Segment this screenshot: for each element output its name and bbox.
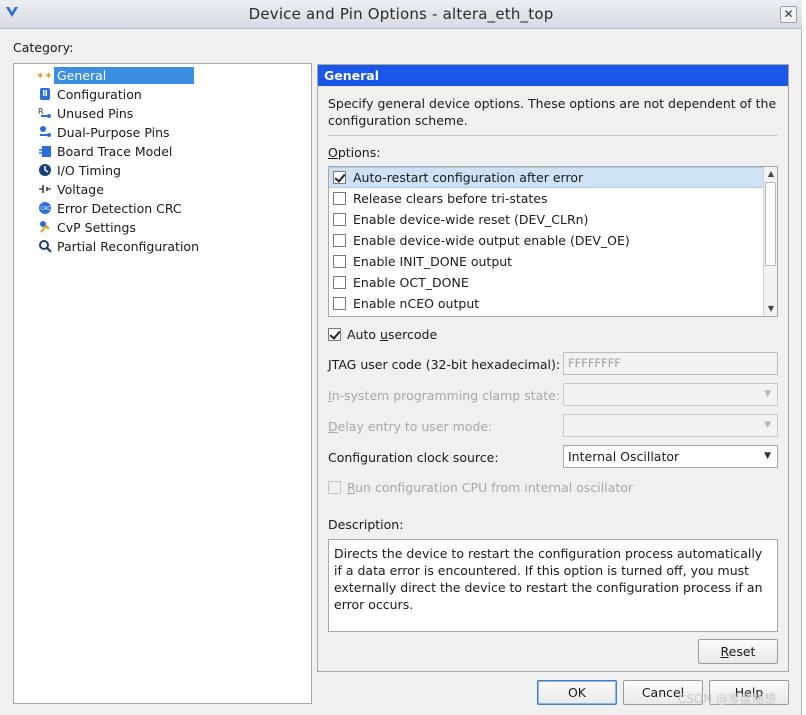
category-item-error-detection-crc[interactable]: CRC Error Detection CRC — [36, 199, 276, 217]
category-item-voltage[interactable]: Voltage — [36, 180, 276, 198]
clamp-state-label: In-system programming clamp state: — [328, 388, 561, 403]
category-item-dual-purpose-pins[interactable]: Dual-Purpose Pins — [36, 123, 276, 141]
reset-button[interactable]: Reset — [698, 639, 778, 664]
auto-usercode-checkbox[interactable]: Auto usercode — [328, 327, 437, 342]
checkbox[interactable] — [333, 297, 346, 310]
ok-button[interactable]: OK — [537, 680, 617, 705]
run-cpu-checkbox[interactable]: Run configuration CPU from internal osci… — [328, 480, 633, 495]
option-device-wide-reset[interactable]: Enable device-wide reset (DEV_CLRn) — [329, 209, 763, 230]
category-item-label: General — [54, 66, 194, 84]
voltage-icon — [36, 181, 54, 197]
category-item-board-trace-model[interactable]: Board Trace Model — [36, 142, 276, 160]
svg-text:R: R — [38, 107, 44, 116]
description-text: Directs the device to restart the config… — [328, 539, 778, 632]
delay-entry-select[interactable]: ▼ — [563, 414, 778, 437]
general-settings-panel: General Specify general device options. … — [317, 64, 789, 672]
title-bar[interactable]: Device and Pin Options - altera_eth_top … — [0, 0, 802, 29]
configuration-icon — [36, 86, 54, 102]
option-device-wide-output-enable[interactable]: Enable device-wide output enable (DEV_OE… — [329, 230, 763, 251]
option-init-done[interactable]: Enable INIT_DONE output — [329, 251, 763, 272]
jtag-user-code-input[interactable]: FFFFFFFF — [563, 352, 778, 375]
delay-entry-label: Delay entry to user mode: — [328, 419, 493, 434]
category-item-label: I/O Timing — [57, 162, 121, 178]
category-item-label: Configuration — [57, 86, 142, 102]
unused-pins-icon: R — [36, 105, 54, 121]
category-item-configuration[interactable]: Configuration — [36, 85, 276, 103]
jtag-user-code-label: JTAG user code (32-bit hexadecimal): — [328, 357, 561, 372]
checkbox[interactable] — [333, 276, 346, 289]
category-item-label: Dual-Purpose Pins — [57, 124, 170, 140]
chevron-down-icon: ▼ — [764, 420, 771, 430]
chevron-down-icon: ▼ — [764, 389, 771, 399]
separator — [328, 135, 778, 136]
close-button[interactable]: ✕ — [780, 6, 797, 23]
intro-text: Specify general device options. These op… — [328, 96, 777, 128]
description-label: Description: — [328, 517, 404, 532]
option-release-clears[interactable]: Release clears before tri-states — [329, 188, 763, 209]
checkbox[interactable] — [333, 255, 346, 268]
clock-source-label: Configuration clock source: — [328, 450, 499, 465]
stars-icon: ✶✶ — [36, 67, 54, 83]
checkbox[interactable] — [333, 192, 346, 205]
category-item-unused-pins[interactable]: R Unused Pins — [36, 104, 276, 122]
gear-search-icon — [36, 238, 54, 254]
device-pin-options-dialog: Device and Pin Options - altera_eth_top … — [0, 0, 802, 715]
category-item-cvp-settings[interactable]: CvP Settings — [36, 218, 276, 236]
scroll-up-icon[interactable]: ▲ — [764, 167, 777, 181]
crc-icon: CRC — [36, 200, 54, 216]
scroll-thumb[interactable] — [765, 182, 776, 266]
category-item-label: Partial Reconfiguration — [57, 238, 199, 254]
svg-text:CRC: CRC — [41, 206, 52, 212]
category-item-label: Unused Pins — [57, 105, 134, 121]
option-nceo-output[interactable]: Enable nCEO output — [329, 293, 763, 314]
board-trace-icon — [36, 143, 54, 159]
category-item-partial-reconfiguration[interactable]: Partial Reconfiguration — [36, 237, 276, 255]
svg-text:✶✶: ✶✶ — [36, 71, 53, 81]
checkbox[interactable] — [333, 234, 346, 247]
category-label: Category: — [13, 40, 74, 55]
options-list: Auto-restart configuration after error R… — [328, 166, 778, 317]
options-label: Options: — [328, 145, 381, 160]
category-item-general[interactable]: ✶✶ General — [36, 66, 276, 84]
checkbox[interactable] — [333, 171, 346, 184]
category-item-label: CvP Settings — [57, 219, 136, 235]
checkbox[interactable] — [333, 213, 346, 226]
watermark: CSDN @零度随想 — [678, 692, 777, 706]
window-title: Device and Pin Options - altera_eth_top — [248, 5, 554, 23]
checkbox[interactable] — [328, 481, 341, 494]
category-tree: ✶✶ General Configuration R Unused Pins D… — [13, 63, 312, 704]
dual-purpose-pins-icon — [36, 124, 54, 140]
category-item-label: Voltage — [57, 181, 104, 197]
cvp-icon — [36, 219, 54, 235]
clamp-state-select[interactable]: ▼ — [563, 383, 778, 406]
option-oct-done[interactable]: Enable OCT_DONE — [329, 272, 763, 293]
clock-source-select[interactable]: Internal Oscillator ▼ — [563, 445, 778, 468]
category-item-io-timing[interactable]: I/O Timing — [36, 161, 276, 179]
clock-icon — [36, 162, 54, 178]
category-item-label: Error Detection CRC — [57, 200, 182, 216]
options-scrollbar[interactable]: ▲ ▼ — [763, 167, 777, 316]
chevron-down-icon: ▼ — [764, 451, 771, 461]
option-auto-restart[interactable]: Auto-restart configuration after error — [329, 167, 763, 188]
checkbox[interactable] — [328, 328, 341, 341]
category-item-label: Board Trace Model — [57, 143, 173, 159]
panel-header: General — [318, 65, 788, 86]
scroll-down-icon[interactable]: ▼ — [764, 302, 777, 316]
